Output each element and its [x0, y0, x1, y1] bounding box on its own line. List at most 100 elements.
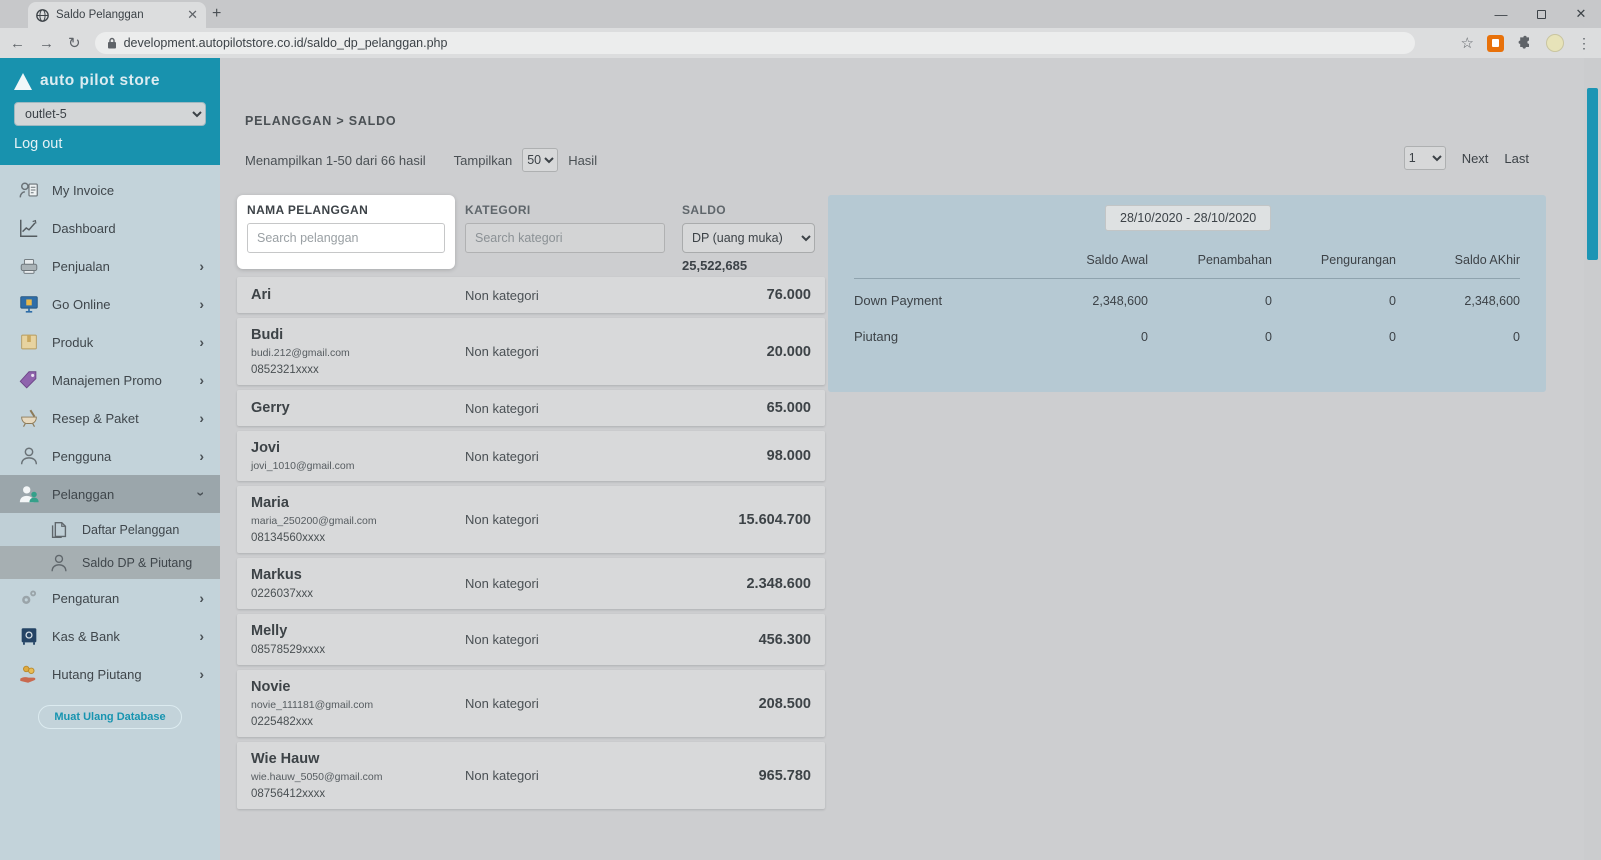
page-number-select[interactable]: 1 — [1404, 146, 1446, 170]
summary-column-header: Saldo AKhir — [1396, 253, 1520, 267]
app-logo: auto pilot store — [14, 72, 206, 90]
browser-tab[interactable]: Saldo Pelanggan ✕ — [28, 2, 206, 28]
page-scrollbar[interactable] — [1584, 58, 1601, 860]
customer-row[interactable]: Jovi jovi_1010@gmail.com Non kategori 98… — [237, 431, 825, 481]
extensions-puzzle-icon[interactable] — [1517, 35, 1533, 51]
new-tab-button[interactable]: + — [212, 5, 221, 23]
customer-phone: 0852321xxxx — [251, 364, 465, 376]
customer-balance: 456.300 — [650, 632, 811, 648]
customer-row[interactable]: Markus 0226037xxx Non kategori 2.348.600 — [237, 558, 825, 609]
summary-row: Down Payment 2,348,600 0 0 2,348,600 — [854, 279, 1520, 315]
sidebar-item[interactable]: Pelanggan › — [0, 475, 220, 513]
customer-name: Novie — [251, 679, 465, 695]
saldo-column-header: SALDO — [682, 203, 815, 217]
bookmark-star-icon[interactable]: ☆ — [1461, 34, 1474, 52]
sidebar-menu: My Invoice Dashboard Penjualan › — [0, 165, 220, 729]
logout-link[interactable]: Log out — [14, 136, 62, 152]
sidebar-item[interactable]: Penjualan › — [0, 247, 220, 285]
next-page-link[interactable]: Next — [1462, 151, 1489, 166]
sidebar-item[interactable]: Pengguna › — [0, 437, 220, 475]
sidebar-item[interactable]: Resep & Paket › — [0, 399, 220, 437]
safe-icon — [18, 625, 40, 647]
customer-email: maria_250200@gmail.com — [251, 515, 465, 527]
chevron-icon: › — [199, 666, 204, 682]
customer-category: Non kategori — [465, 768, 650, 783]
chevron-icon: › — [194, 492, 210, 497]
customer-email: wie.hauw_5050@gmail.com — [251, 771, 465, 783]
customer-name: Maria — [251, 495, 465, 511]
list-controls: Menampilkan 1-50 dari 66 hasil Tampilkan… — [245, 148, 597, 172]
close-button[interactable]: ✕ — [1561, 0, 1601, 28]
customer-balance: 2.348.600 — [650, 576, 811, 592]
refresh-icon[interactable]: ↻ — [68, 34, 81, 52]
sidebar-item[interactable]: Kas & Bank › — [0, 617, 220, 655]
sidebar-item[interactable]: Daftar Pelanggan — [0, 513, 220, 546]
customer-balance: 208.500 — [650, 696, 811, 712]
scrollbar-thumb[interactable] — [1587, 88, 1598, 260]
customer-phone: 0226037xxx — [251, 588, 465, 600]
saldo-awal-value: 2,348,600 — [1024, 294, 1148, 308]
search-kategori-input[interactable] — [465, 223, 665, 253]
customer-row[interactable]: Gerry Non kategori 65.000 — [237, 390, 825, 426]
outlet-select[interactable]: outlet-5 — [14, 102, 206, 126]
sidebar-item[interactable]: Saldo DP & Piutang — [0, 546, 220, 579]
customer-row[interactable]: Budi budi.212@gmail.com 0852321xxxx Non … — [237, 318, 825, 385]
sidebar-item[interactable]: Go Online › — [0, 285, 220, 323]
sidebar-item[interactable]: My Invoice — [0, 171, 220, 209]
back-icon[interactable]: ← — [10, 35, 25, 52]
reload-database-button[interactable]: Muat Ulang Database — [38, 705, 181, 729]
sidebar-item[interactable]: Pengaturan › — [0, 579, 220, 617]
saldo-akhir-value: 2,348,600 — [1396, 294, 1520, 308]
store-extension-icon[interactable] — [1487, 35, 1504, 52]
profile-avatar[interactable] — [1546, 34, 1564, 52]
chevron-icon: › — [199, 448, 204, 464]
customer-row[interactable]: Melly 08578529xxxx Non kategori 456.300 — [237, 614, 825, 665]
customer-name: Jovi — [251, 440, 465, 456]
sidebar-item[interactable]: Produk › — [0, 323, 220, 361]
browser-toolbar: ← → ↻ development.autopilotstore.co.id/s… — [0, 28, 1601, 58]
cash-register-icon — [18, 255, 40, 277]
browser-menu-icon[interactable]: ⋮ — [1577, 35, 1591, 52]
sidebar-item[interactable]: Manajemen Promo › — [0, 361, 220, 399]
pengurangan-value: 0 — [1272, 330, 1396, 344]
url-text: development.autopilotstore.co.id/saldo_d… — [124, 36, 448, 50]
page-size-select[interactable]: 50 — [522, 148, 558, 172]
customer-balance: 965.780 — [650, 768, 811, 784]
invoice-icon — [18, 179, 40, 201]
address-bar[interactable]: development.autopilotstore.co.id/saldo_d… — [95, 32, 1415, 54]
sidebar-header: auto pilot store outlet-5 Log out — [0, 58, 220, 165]
customer-balance: 98.000 — [650, 448, 811, 464]
summary-row-label: Piutang — [854, 329, 1024, 344]
pengurangan-value: 0 — [1272, 294, 1396, 308]
chevron-icon: › — [199, 258, 204, 274]
customer-category: Non kategori — [465, 632, 650, 647]
chevron-icon: › — [199, 628, 204, 644]
dashboard-icon — [18, 217, 40, 239]
customer-row[interactable]: Ari Non kategori 76.000 — [237, 277, 825, 313]
saldo-type-select[interactable]: DP (uang muka) — [682, 223, 815, 253]
restore-button[interactable] — [1521, 0, 1561, 28]
summary-table-header: Saldo Awal Penambahan Pengurangan Saldo … — [854, 253, 1520, 279]
customer-row[interactable]: Wie Hauw wie.hauw_5050@gmail.com 0875641… — [237, 742, 825, 809]
sidebar-item[interactable]: Hutang Piutang › — [0, 655, 220, 693]
tampilkan-label: Tampilkan — [454, 153, 513, 168]
forward-icon[interactable]: → — [39, 35, 54, 52]
chevron-icon: › — [199, 296, 204, 312]
customer-row[interactable]: Novie novie_111181@gmail.com 0225482xxx … — [237, 670, 825, 737]
date-range-button[interactable]: 28/10/2020 - 28/10/2020 — [1105, 205, 1271, 231]
customer-row[interactable]: Maria maria_250200@gmail.com 08134560xxx… — [237, 486, 825, 553]
penambahan-value: 0 — [1148, 330, 1272, 344]
search-pelanggan-input[interactable] — [247, 223, 445, 253]
tab-close-icon[interactable]: ✕ — [187, 7, 198, 23]
customer-category: Non kategori — [465, 512, 650, 527]
minimize-button[interactable]: — — [1481, 0, 1521, 28]
customer-phone: 08756412xxxx — [251, 788, 465, 800]
pagination: 1 Next Last — [1404, 146, 1529, 170]
chevron-icon: › — [199, 372, 204, 388]
sidebar-item[interactable]: Dashboard — [0, 209, 220, 247]
logo-icon — [14, 73, 32, 90]
last-page-link[interactable]: Last — [1504, 151, 1529, 166]
customer-balance: 76.000 — [650, 287, 811, 303]
customer-name: Wie Hauw — [251, 751, 465, 767]
breadcrumb: PELANGGAN > SALDO — [245, 114, 396, 128]
